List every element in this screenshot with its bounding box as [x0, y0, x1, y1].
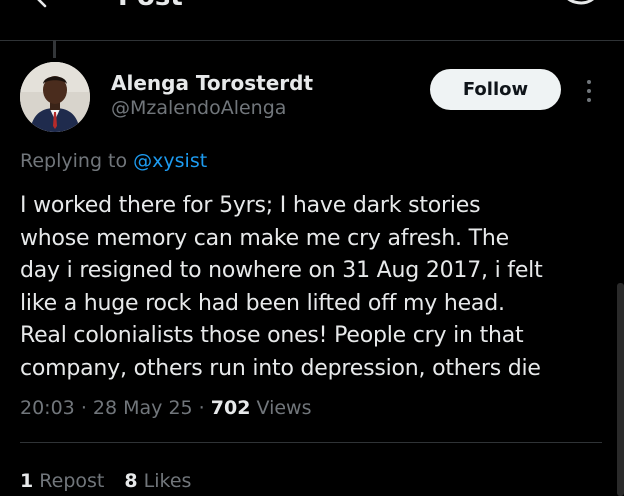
post-stats: 1 Repost 8 Likes: [20, 470, 191, 492]
meta-separator: ·: [80, 397, 93, 419]
avatar-photo: [20, 62, 90, 132]
replying-to: Replying to @xysist: [20, 150, 207, 172]
thread-connector-line: [53, 40, 56, 58]
post-text: I worked there for 5yrs; I have dark sto…: [20, 190, 600, 385]
more-options-icon[interactable]: [584, 78, 594, 104]
post-text-line: Real colonialists those ones! People cry…: [20, 323, 524, 348]
post-text-line: company, others run into depression, oth…: [20, 355, 541, 381]
grok-icon[interactable]: [560, 0, 600, 12]
post-text-line: like a huge rock had been lifted off my …: [20, 290, 505, 316]
views-count: 702: [210, 397, 251, 419]
post-text-line: whose memory can make me cry afresh. The: [20, 225, 509, 251]
replying-mention-link[interactable]: @xysist: [133, 150, 207, 172]
post-text-line: day i resigned to nowhere on 31 Aug 2017…: [20, 258, 543, 283]
post-meta: 20:03 · 28 May 25 · 702 Views: [20, 397, 311, 419]
top-header: Post: [0, 0, 624, 41]
author-name[interactable]: Alenga Torosterdt: [111, 71, 313, 95]
scrollbar[interactable]: [617, 283, 624, 496]
reposts-label: Repost: [39, 470, 105, 492]
replying-prefix: Replying to: [20, 150, 128, 172]
views-label: Views: [256, 397, 312, 419]
header-title: Post: [118, 0, 183, 12]
arrow-left-icon[interactable]: [30, 0, 54, 10]
meta-separator: ·: [198, 397, 211, 419]
likes-label: Likes: [143, 470, 192, 492]
reposts-stat[interactable]: 1 Repost: [20, 470, 104, 492]
reposts-count: 1: [20, 470, 34, 492]
divider: [20, 442, 602, 443]
likes-count: 8: [124, 470, 138, 492]
author-handle[interactable]: @MzalendoAlenga: [111, 97, 286, 119]
follow-button[interactable]: Follow: [430, 69, 561, 110]
post-time[interactable]: 20:03: [20, 397, 75, 419]
avatar[interactable]: [20, 62, 90, 132]
likes-stat[interactable]: 8 Likes: [124, 470, 191, 492]
post-text-line: I worked there for 5yrs; I have dark sto…: [20, 193, 481, 218]
post-date[interactable]: 28 May 25: [93, 397, 193, 419]
